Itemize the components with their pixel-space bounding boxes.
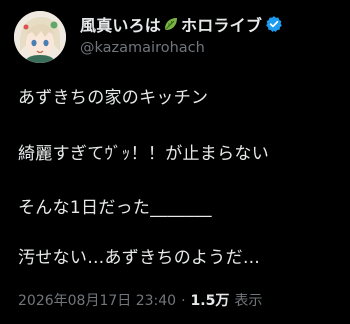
verified-badge-icon bbox=[265, 15, 283, 33]
author-handle[interactable]: @kazamairohach bbox=[80, 40, 205, 56]
author-name[interactable]: 風真いろは ホロライブ bbox=[80, 13, 283, 35]
views-count: 1.5万 bbox=[190, 293, 230, 309]
author-name-part2: ホロライブ bbox=[181, 16, 263, 35]
post-text-line-2: 綺麗すぎてｳﾞｯ！！が止まらない bbox=[18, 144, 269, 164]
post-card: 風真いろは ホロライブ @kazamairohach あずきちの家のキッチン 綺… bbox=[0, 0, 350, 324]
post-meta: 2026年08月17日 23:40 · 1.5万 表示 bbox=[18, 290, 262, 310]
author-name-part1: 風真いろは bbox=[80, 16, 162, 35]
views-label: 表示 bbox=[234, 293, 263, 309]
meta-separator: · bbox=[181, 293, 186, 309]
post-text-line-1: あずきちの家のキッチン bbox=[18, 88, 209, 108]
avatar[interactable] bbox=[14, 11, 66, 63]
post-header: 風真いろは ホロライブ @kazamairohach bbox=[14, 11, 340, 63]
post-text-line-3: そんな1日だった_______ bbox=[18, 198, 212, 218]
post-text-line-4: 汚せない…あずきちのようだ… bbox=[18, 248, 261, 268]
leaf-emoji-icon bbox=[162, 15, 180, 33]
post-timestamp[interactable]: 2026年08月17日 23:40 bbox=[18, 290, 176, 310]
